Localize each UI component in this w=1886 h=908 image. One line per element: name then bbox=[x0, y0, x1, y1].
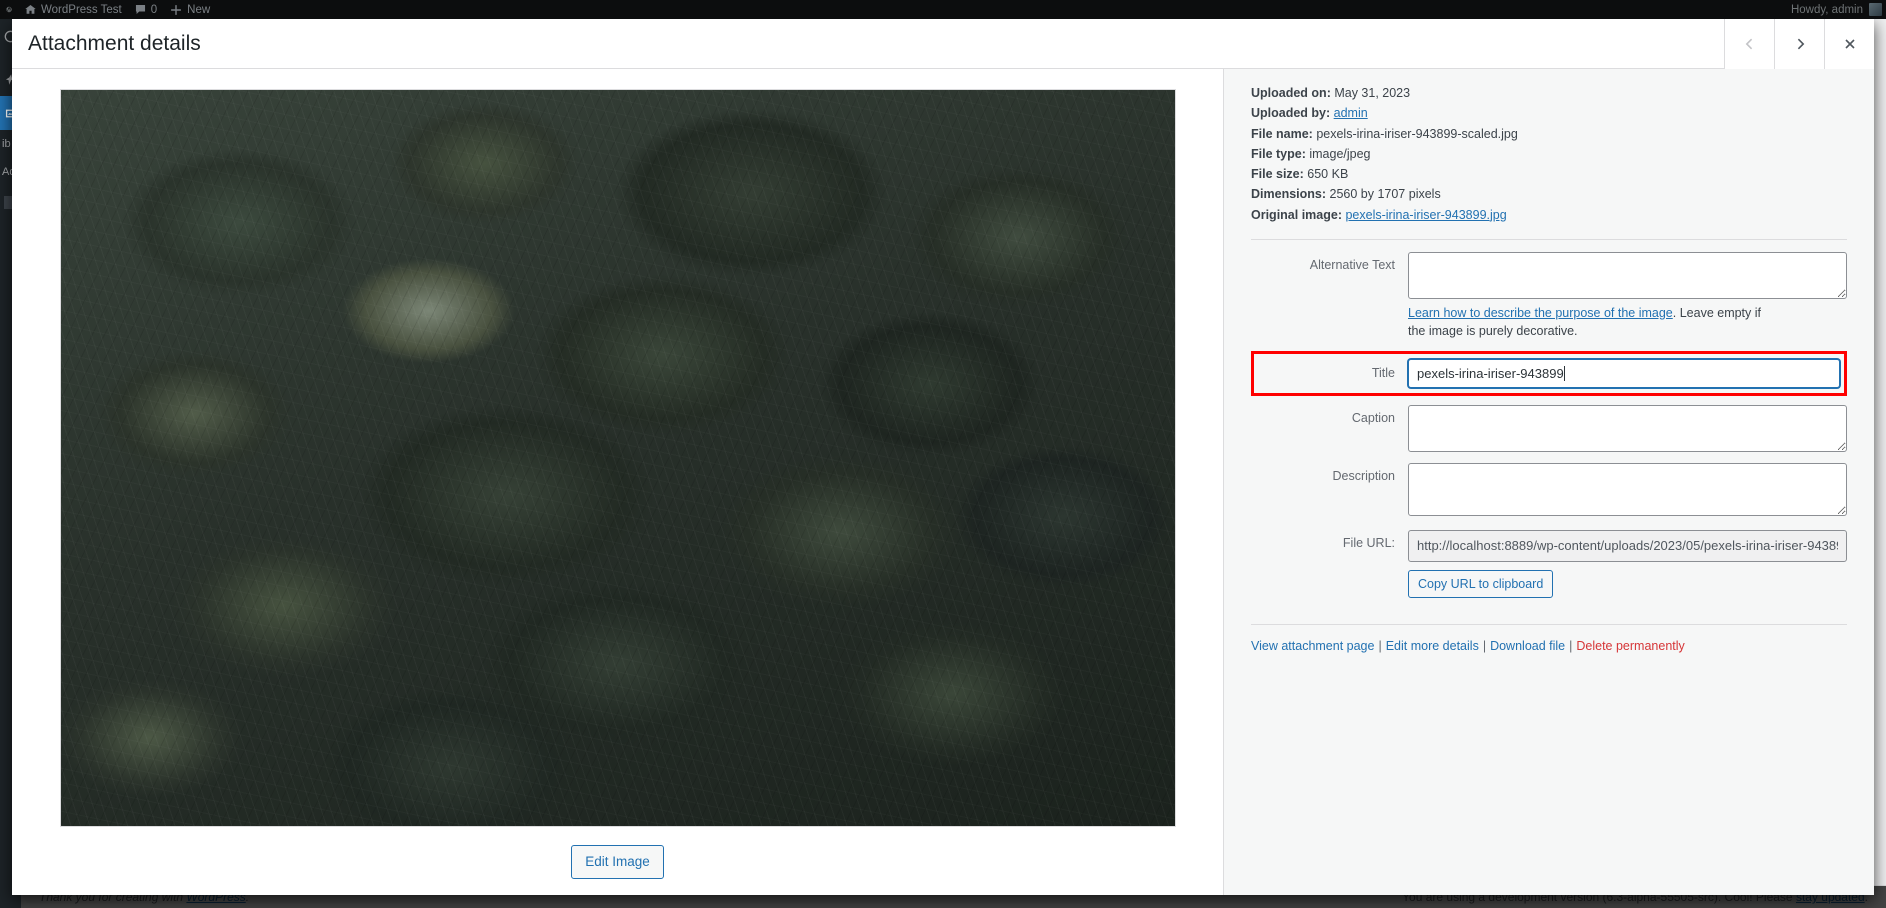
adminbar-site-name[interactable]: WordPress Test bbox=[18, 0, 128, 19]
avatar bbox=[1869, 3, 1882, 16]
dimensions-row: Dimensions: 2560 by 1707 pixels bbox=[1251, 184, 1847, 204]
caption-label: Caption bbox=[1351, 411, 1395, 425]
text-caret bbox=[1563, 366, 1565, 381]
description-label: Description bbox=[1332, 469, 1395, 483]
alt-text-control: Learn how to describe the purpose of the… bbox=[1408, 251, 1847, 340]
uploaded-on-label: Uploaded on: bbox=[1251, 86, 1331, 100]
edit-image-toolbar: Edit Image bbox=[12, 827, 1223, 895]
description-input[interactable] bbox=[1408, 463, 1847, 516]
file-type-value: image/jpeg bbox=[1309, 146, 1371, 161]
attachment-details-modal: Attachment details Edit Image Uploaded o… bbox=[12, 19, 1874, 895]
admin-bar: WordPress Test 0 New Howdy, admin bbox=[0, 0, 1886, 19]
file-url-input[interactable] bbox=[1408, 530, 1847, 562]
view-attachment-page-link[interactable]: View attachment page bbox=[1251, 639, 1374, 653]
wordpress-logo-icon[interactable] bbox=[0, 0, 18, 19]
modal-nav-buttons bbox=[1724, 19, 1874, 69]
site-name-label: WordPress Test bbox=[41, 3, 122, 16]
caption-input[interactable] bbox=[1408, 405, 1847, 452]
file-size-value: 650 KB bbox=[1307, 167, 1349, 181]
alt-text-input[interactable] bbox=[1408, 251, 1847, 299]
uploaded-by-label: Uploaded by: bbox=[1251, 106, 1331, 121]
close-dialog-button[interactable] bbox=[1824, 19, 1874, 69]
title-row-highlighted: Title pexels-irina-iriser-943899 bbox=[1251, 351, 1847, 396]
home-icon bbox=[24, 3, 37, 16]
attachment-preview-image bbox=[59, 89, 1176, 828]
file-type-row: File type: image/jpeg bbox=[1251, 144, 1847, 164]
file-name-value: pexels-irina-iriser-943899-scaled.jpg bbox=[1316, 126, 1518, 141]
modal-header: Attachment details bbox=[12, 19, 1874, 69]
dimensions-value: 2560 by 1707 pixels bbox=[1329, 187, 1441, 202]
previous-media-button[interactable] bbox=[1724, 19, 1774, 69]
actions-divider bbox=[1251, 623, 1847, 625]
dimensions-label: Dimensions: bbox=[1251, 187, 1327, 202]
alt-text-help: Learn how to describe the purpose of the… bbox=[1408, 299, 1780, 340]
original-image-label: Original image: bbox=[1251, 207, 1342, 222]
attachment-settings-panel: Uploaded on: May 31, 2023 Uploaded by: a… bbox=[1224, 69, 1874, 895]
file-url-control: Copy URL to clipboard bbox=[1408, 530, 1847, 598]
original-image-row: Original image: pexels-irina-iriser-9438… bbox=[1251, 205, 1847, 225]
delete-permanently-link[interactable]: Delete permanently bbox=[1576, 639, 1684, 653]
actions-separator-1: | bbox=[1378, 638, 1382, 653]
page-title: Attachment details bbox=[28, 31, 201, 55]
comment-bubble-icon bbox=[134, 3, 147, 16]
original-image-link[interactable]: pexels-irina-iriser-943899.jpg bbox=[1345, 208, 1506, 222]
title-input[interactable]: pexels-irina-iriser-943899 bbox=[1408, 359, 1840, 388]
caption-row: Caption bbox=[1251, 405, 1847, 452]
adminbar-account[interactable]: Howdy, admin bbox=[1791, 3, 1886, 16]
uploaded-by-link[interactable]: admin bbox=[1334, 106, 1368, 120]
modal-body: Edit Image Uploaded on: May 31, 2023 Upl… bbox=[12, 69, 1874, 895]
download-file-link[interactable]: Download file bbox=[1490, 639, 1565, 653]
adminbar-new-content[interactable]: New bbox=[163, 0, 216, 19]
uploaded-on-row: Uploaded on: May 31, 2023 bbox=[1251, 83, 1847, 103]
new-label: New bbox=[187, 3, 211, 16]
file-url-label: File URL: bbox=[1342, 536, 1395, 550]
caption-control bbox=[1408, 405, 1847, 452]
alt-text-label: Alternative Text bbox=[1309, 257, 1395, 272]
description-row: Description bbox=[1251, 463, 1847, 516]
file-size-row: File size: 650 KB bbox=[1251, 164, 1847, 184]
alt-text-row: Alternative Text Learn how to describe t… bbox=[1251, 251, 1847, 340]
title-input-value: pexels-irina-iriser-943899 bbox=[1417, 365, 1564, 381]
file-name-label: File name: bbox=[1251, 126, 1313, 141]
chevron-right-icon bbox=[1797, 38, 1804, 50]
title-control: pexels-irina-iriser-943899 bbox=[1408, 359, 1840, 388]
description-control bbox=[1408, 463, 1847, 516]
file-size-label: File size: bbox=[1251, 167, 1304, 181]
actions-separator-3: | bbox=[1569, 638, 1573, 653]
close-x-icon bbox=[1844, 39, 1855, 49]
uploaded-on-value: May 31, 2023 bbox=[1334, 86, 1411, 100]
attachment-actions: View attachment page | Edit more details | D… bbox=[1251, 639, 1847, 653]
comments-count: 0 bbox=[150, 3, 158, 16]
chevron-left-icon bbox=[1745, 38, 1752, 50]
alt-text-help-link[interactable]: Learn how to describe the purpose of the… bbox=[1408, 306, 1673, 320]
copy-url-button[interactable]: Copy URL to clipboard bbox=[1408, 569, 1554, 598]
actions-separator-2: | bbox=[1482, 638, 1487, 653]
title-label: Title bbox=[1371, 365, 1395, 380]
howdy-label: Howdy, admin bbox=[1790, 3, 1863, 16]
uploaded-by-row: Uploaded by: admin bbox=[1251, 103, 1847, 123]
details-divider bbox=[1251, 238, 1847, 240]
next-media-button[interactable] bbox=[1774, 19, 1824, 69]
file-type-label: File type: bbox=[1251, 146, 1306, 161]
file-name-row: File name: pexels-irina-iriser-943899-sc… bbox=[1251, 124, 1847, 144]
edit-image-button[interactable]: Edit Image bbox=[571, 845, 664, 879]
media-preview-frame: Edit Image bbox=[12, 69, 1224, 895]
edit-more-details-link[interactable]: Edit more details bbox=[1386, 639, 1479, 653]
plus-icon bbox=[169, 3, 183, 17]
adminbar-comments[interactable]: 0 bbox=[128, 0, 163, 19]
file-url-row: File URL: Copy URL to clipboard bbox=[1251, 530, 1847, 598]
